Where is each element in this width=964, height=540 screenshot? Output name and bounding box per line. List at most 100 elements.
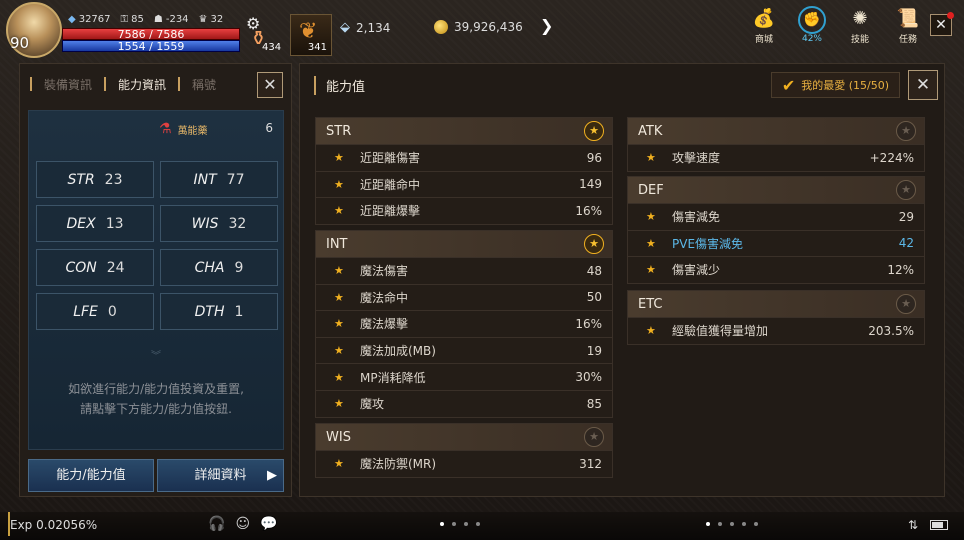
exp-display: Exp 0.02056% [10, 518, 98, 532]
favorite-star-icon[interactable]: ★ [584, 234, 604, 254]
menu-shop[interactable]: 💰 商城 [748, 6, 780, 45]
notification-dot [947, 12, 954, 19]
system-status: ⇅ [908, 518, 948, 532]
star-icon: ★ [334, 151, 344, 165]
stat-row[interactable]: ★ 魔攻 85 [316, 389, 612, 417]
expand-currency-chevron-icon[interactable]: ❯ [540, 16, 553, 35]
diamond-icon: ⬙ [340, 20, 350, 35]
group-def: DEF ★ ★ 傷害減免 29 ★ PVE傷害減免 42 ★ 傷害減少 12% [627, 176, 925, 284]
stat-row[interactable]: ★ 近距離傷害 96 [316, 144, 612, 171]
star-icon: ★ [646, 236, 656, 250]
favorite-toggle[interactable]: ✔ 我的最愛 (15/50) [770, 72, 900, 98]
stat-dth[interactable]: DTH 1 [160, 293, 278, 330]
hud-stat-b: ☗ -234 [153, 14, 189, 25]
hp-text: 7586 / 7586 [117, 28, 185, 41]
group-header: ATK ★ [628, 118, 924, 144]
stat-cha[interactable]: CHA 9 [160, 249, 278, 286]
chat-icon[interactable]: 💬 [260, 516, 277, 532]
tab-ability[interactable]: 能力資訊 [106, 76, 178, 93]
right-panel-close-button[interactable]: ✕ [908, 70, 938, 100]
headset-icon[interactable]: 🎧 [208, 516, 225, 532]
quest-scroll-icon: 📜 [896, 8, 920, 29]
group-str: STR ★ ★ 近距離傷害 96 ★ 近距離命中 149 ★ 近距離爆擊 16% [315, 117, 613, 225]
stat-str[interactable]: STR 23 [36, 161, 154, 198]
star-icon: ★ [646, 151, 656, 165]
group-header: INT ★ [316, 231, 612, 257]
tab-equipment[interactable]: 裝備資訊 [32, 76, 104, 93]
stat-row[interactable]: ★ PVE傷害減免 42 [628, 229, 924, 257]
top-menu: 💰 商城 ✊ 42% ✺ 技能 📜 任務 [748, 6, 924, 45]
feather-icon: ❦ [299, 19, 318, 44]
gold-coin-icon [434, 20, 448, 34]
stat-row[interactable]: ★ 近距離命中 149 [316, 170, 612, 198]
group-wis: WIS ★ ★ 魔法防禦(MR) 312 [315, 423, 613, 478]
bottom-icons: 🎧 ☺ 💬 [208, 516, 277, 532]
mp-text: 1554 / 1559 [117, 40, 185, 53]
stat-row[interactable]: ★ MP消耗降低 30% [316, 363, 612, 390]
group-int: INT ★ ★ 魔法傷害 48 ★ 魔法命中 50 ★ 魔法爆擊 16% ★ 魔法加成(MB)… [315, 230, 613, 418]
stat-row[interactable]: ★ 近距離爆擊 16% [316, 197, 612, 224]
star-icon: ★ [646, 210, 656, 224]
trophy-icon: ♛ [198, 14, 208, 25]
group-etc: ETC ★ ★ 經驗值獲得量增加 203.5% [627, 290, 925, 345]
favorite-star-icon[interactable]: ★ [896, 294, 916, 314]
stat-row[interactable]: ★ 魔法傷害 48 [316, 257, 612, 284]
emoji-icon[interactable]: ☺ [235, 516, 250, 532]
stat-row[interactable]: ★ 魔法命中 50 [316, 283, 612, 311]
favorite-star-icon[interactable]: ★ [584, 427, 604, 447]
star-icon: ★ [334, 204, 344, 218]
star-icon: ★ [334, 344, 344, 358]
stat-row[interactable]: ★ 傷害減免 29 [628, 203, 924, 230]
stat-con[interactable]: CON 24 [36, 249, 154, 286]
top-close-button[interactable]: ✕ [930, 12, 954, 36]
stat-row[interactable]: ★ 攻擊速度 +224% [628, 144, 924, 171]
menu-skill[interactable]: ✺ 技能 [844, 6, 876, 45]
star-icon: ★ [334, 264, 344, 278]
stat-dex[interactable]: DEX 13 [36, 205, 154, 242]
feather-slot[interactable]: ❦ 341 [290, 14, 332, 56]
mp-bar: 1554 / 1559 [62, 40, 240, 52]
stat-row[interactable]: ★ 魔法爆擊 16% [316, 310, 612, 337]
page-dots-right [706, 522, 758, 526]
stat-row[interactable]: ★ 魔法加成(MB) 19 [316, 336, 612, 364]
favorite-star-icon[interactable]: ★ [584, 121, 604, 141]
potion-count: 434 [262, 42, 282, 53]
ability-button[interactable]: 能力/能力值 [28, 459, 154, 492]
hud-gem-small: ◆ 32767 [68, 14, 111, 25]
elixir-count: 6 [265, 121, 273, 135]
signal-icon: ⇅ [907, 518, 918, 532]
stat-row[interactable]: ★ 魔法防禦(MR) 312 [316, 450, 612, 477]
shop-bag-icon: 💰 [752, 8, 776, 29]
stat-lfe[interactable]: LFE 0 [36, 293, 154, 330]
gem-currency: ⬙ 2,134 [340, 20, 390, 35]
detail-button[interactable]: 詳細資料 ▶ [157, 459, 284, 492]
play-arrow-icon: ▶ [267, 468, 277, 483]
top-hud: 90 ◆ 32767 ⚿ 85 ☗ -234 ♛ 32 7586 / 7586 1554… [0, 0, 964, 62]
stat-wis[interactable]: WIS 32 [160, 205, 278, 242]
chevron-down-icon: ︾ [151, 351, 161, 362]
checkmark-icon: ✔ [781, 75, 796, 95]
info-tabs: 裝備資訊 能力資訊 稱號 [20, 64, 258, 104]
menu-quest[interactable]: 📜 任務 [892, 6, 924, 45]
skill-icon: ✺ [852, 8, 868, 29]
character-info-panel: 裝備資訊 能力資訊 稱號 ✕ ⚗ 萬能藥 6 STR 23 INT 77 DEX 13… [19, 63, 292, 497]
group-header: DEF ★ [628, 177, 924, 203]
stat-row[interactable]: ★ 傷害減少 12% [628, 256, 924, 283]
star-icon: ★ [334, 177, 344, 191]
star-icon: ★ [646, 263, 656, 277]
favorite-star-icon[interactable]: ★ [896, 121, 916, 141]
tab-title[interactable]: 稱號 [180, 76, 228, 93]
elixir-icon: ⚗ [159, 121, 172, 137]
gold-currency-value: 39,926,436 [454, 20, 523, 34]
panel-title: 能力值 [314, 76, 365, 95]
stat-row[interactable]: ★ 經驗值獲得量增加 203.5% [628, 317, 924, 344]
star-icon: ★ [334, 370, 344, 384]
stat-hint: 如欲進行能力/能力值投資及重置, 請點擊下方能力/能力值按鈕. [68, 382, 244, 416]
group-atk: ATK ★ ★ 攻擊速度 +224% [627, 117, 925, 172]
character-level: 90 [10, 34, 30, 52]
stat-grid: STR 23 INT 77 DEX 13 WIS 32 CON 24 CHA 9 LFE 0 … [36, 161, 278, 330]
stat-int[interactable]: INT 77 [160, 161, 278, 198]
menu-progress[interactable]: ✊ 42% [796, 6, 828, 45]
favorite-star-icon[interactable]: ★ [896, 180, 916, 200]
left-panel-close-button[interactable]: ✕ [257, 72, 283, 98]
